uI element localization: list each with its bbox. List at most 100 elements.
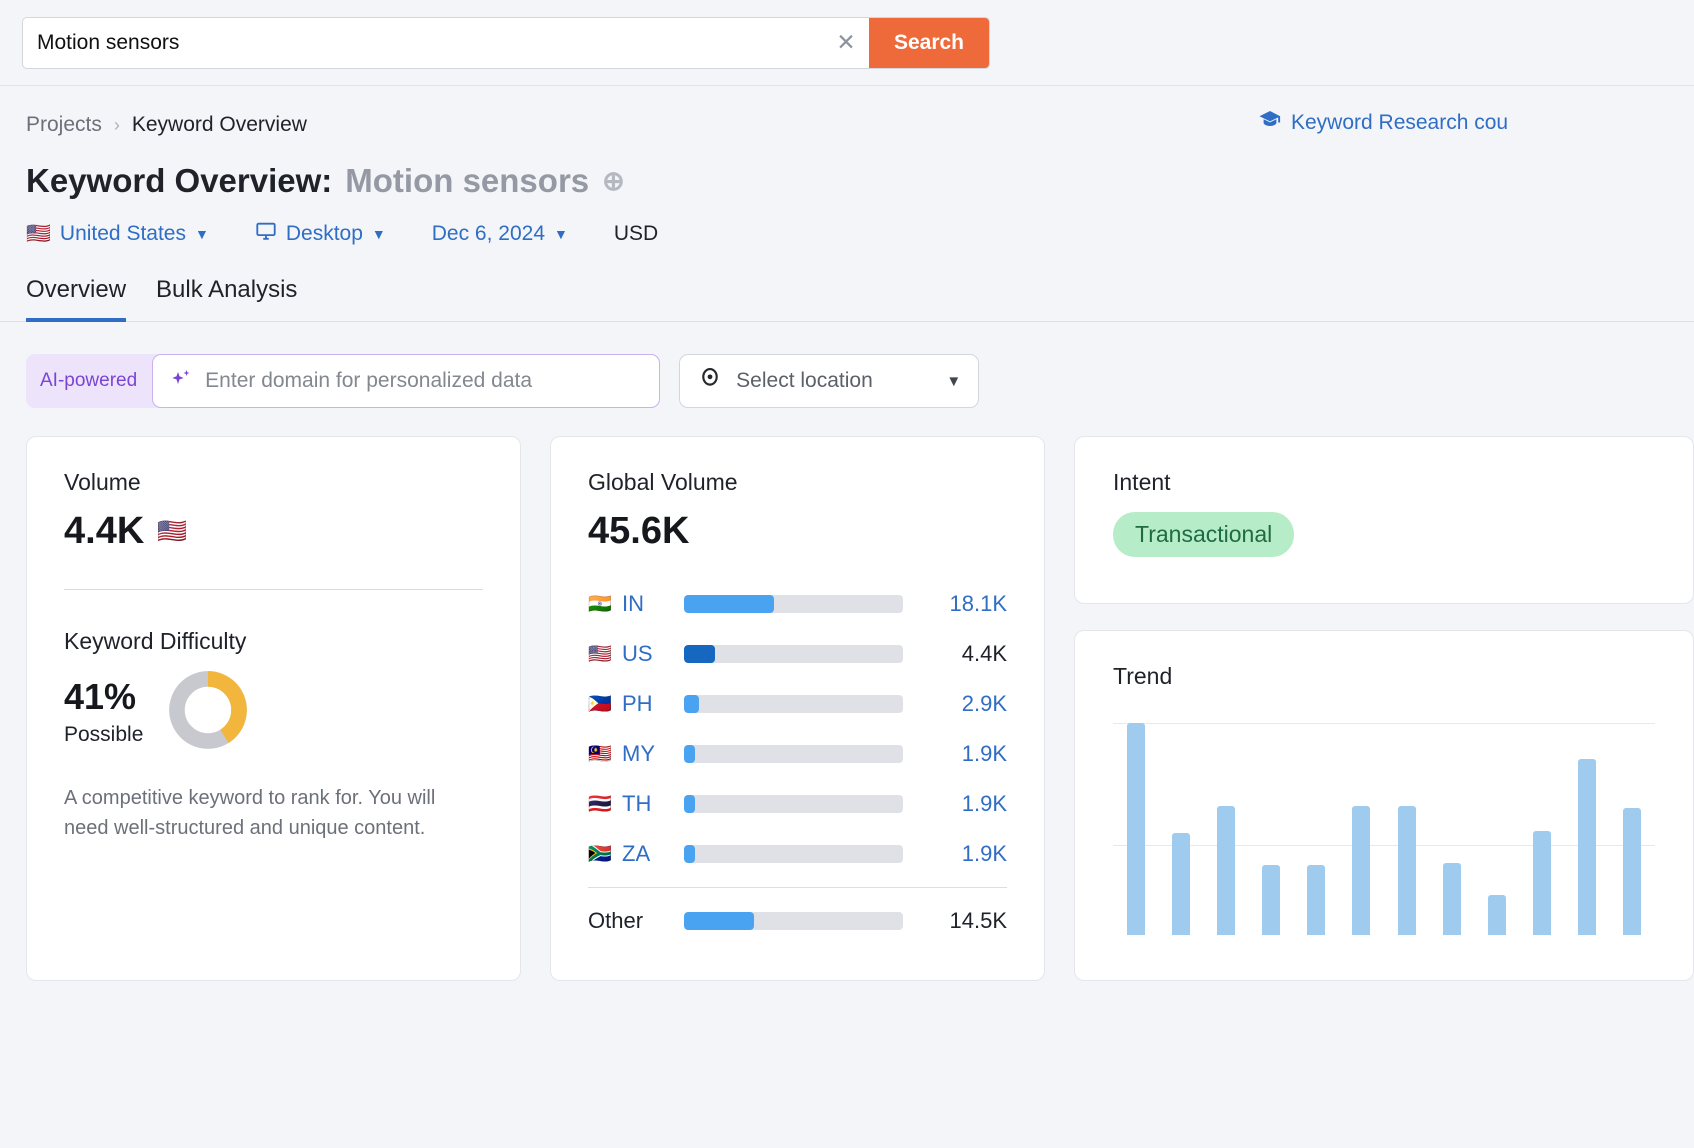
intent-badge: Transactional bbox=[1113, 512, 1295, 557]
tab-bulk-analysis[interactable]: Bulk Analysis bbox=[156, 276, 297, 322]
country-volume-bar-track bbox=[684, 795, 903, 813]
country-flag-icon: 🇹🇭 bbox=[588, 794, 612, 815]
domain-input[interactable] bbox=[205, 369, 644, 393]
keyword-research-course-link[interactable]: Keyword Research cou bbox=[1258, 108, 1508, 138]
device-selector[interactable]: Desktop ▼ bbox=[255, 220, 386, 248]
trend-bar[interactable] bbox=[1442, 862, 1461, 935]
country-volume-value[interactable]: 18.1K bbox=[903, 591, 1008, 617]
keyword-difficulty-value: 41% bbox=[64, 675, 137, 717]
monitor-icon bbox=[255, 220, 277, 248]
country-volume-row: 🇵🇭 PH 2.9K bbox=[588, 679, 1007, 729]
trend-bar[interactable] bbox=[1533, 831, 1552, 935]
country-code-label[interactable]: MY bbox=[622, 741, 684, 767]
graduation-cap-icon bbox=[1258, 108, 1282, 138]
volume-value-row: 4.4K 🇺🇸 bbox=[64, 510, 483, 553]
country-volume-value[interactable]: 1.9K bbox=[903, 791, 1007, 817]
country-volume-value[interactable]: 2.9K bbox=[903, 691, 1007, 717]
country-volume-bar-fill bbox=[684, 795, 695, 813]
breadcrumb-current: Keyword Overview bbox=[131, 113, 307, 136]
trend-bar[interactable] bbox=[1126, 723, 1145, 935]
date-selector[interactable]: Dec 6, 2024 ▼ bbox=[432, 222, 568, 246]
right-column: Intent Transactional Trend bbox=[1074, 436, 1694, 981]
location-pin-icon bbox=[697, 366, 723, 397]
country-volume-value[interactable]: 1.9K bbox=[903, 741, 1007, 767]
trend-bar-slot bbox=[1474, 723, 1519, 935]
country-volume-value[interactable]: 1.9K bbox=[903, 841, 1007, 867]
country-volume-value: 14.5K bbox=[949, 908, 1008, 933]
country-code-label[interactable]: ZA bbox=[622, 841, 684, 867]
country-volume-bar-track bbox=[684, 595, 903, 613]
chevron-down-icon: ▼ bbox=[554, 226, 568, 242]
trend-bars bbox=[1113, 723, 1655, 935]
country-code-label[interactable]: TH bbox=[622, 791, 684, 817]
country-volume-bar-track bbox=[684, 695, 903, 713]
country-selector[interactable]: 🇺🇸 United States ▼ bbox=[26, 222, 209, 246]
country-volume-bar-track bbox=[684, 645, 903, 663]
trend-bar-slot bbox=[1610, 723, 1655, 935]
device-selector-label: Desktop bbox=[285, 222, 363, 245]
trend-bar-slot bbox=[1113, 723, 1158, 935]
country-code-label[interactable]: IN bbox=[622, 591, 684, 617]
trend-bar[interactable] bbox=[1623, 807, 1642, 935]
country-list-divider bbox=[588, 887, 1007, 888]
country-volume-bar-fill bbox=[684, 595, 774, 613]
country-volume-row: 🇹🇭 TH 1.9K bbox=[588, 779, 1007, 829]
volume-label: Volume bbox=[64, 469, 141, 495]
volume-card: Volume 4.4K 🇺🇸 Keyword Difficulty 41% Po… bbox=[26, 436, 521, 981]
course-link-label: Keyword Research cou bbox=[1291, 111, 1509, 134]
trend-bar[interactable] bbox=[1352, 805, 1371, 935]
country-volume-bar-fill bbox=[684, 645, 715, 663]
keyword-difficulty-label: Keyword Difficulty bbox=[64, 628, 247, 654]
keyword-difficulty-status: Possible bbox=[64, 723, 144, 747]
search-button[interactable]: Search bbox=[869, 17, 989, 68]
location-selector[interactable]: Select location ▼ bbox=[679, 354, 980, 408]
trend-bar-slot bbox=[1158, 723, 1203, 935]
clear-search-icon[interactable]: ✕ bbox=[823, 18, 869, 68]
country-volume-bar-fill bbox=[684, 695, 700, 713]
tab-overview[interactable]: Overview bbox=[26, 276, 127, 322]
trend-bar-slot bbox=[1339, 723, 1384, 935]
search-shell: ✕ Search bbox=[22, 16, 990, 69]
country-code-label[interactable]: PH bbox=[622, 691, 684, 717]
add-to-list-icon[interactable]: ⊕ bbox=[602, 167, 625, 195]
country-volume-bar-fill bbox=[684, 845, 695, 863]
breadcrumb-projects[interactable]: Projects bbox=[26, 113, 102, 137]
country-volume-bar-track bbox=[684, 745, 903, 763]
trend-bar[interactable] bbox=[1171, 833, 1190, 935]
country-code-label: Other bbox=[588, 908, 644, 933]
trend-label: Trend bbox=[1113, 663, 1173, 689]
country-volume-bar-fill bbox=[684, 745, 695, 763]
search-input[interactable] bbox=[23, 17, 823, 68]
country-flag-icon: 🇵🇭 bbox=[588, 694, 612, 715]
trend-card: Trend bbox=[1074, 630, 1694, 981]
global-volume-label: Global Volume bbox=[588, 469, 738, 495]
sparkle-icon bbox=[169, 367, 193, 396]
trend-bar-slot bbox=[1565, 723, 1610, 935]
breadcrumb-separator-icon: › bbox=[113, 114, 120, 135]
country-code-label[interactable]: US bbox=[622, 641, 684, 667]
trend-bar[interactable] bbox=[1397, 805, 1416, 935]
card-divider bbox=[64, 589, 483, 590]
keyword-difficulty-description: A competitive keyword to rank for. You w… bbox=[64, 787, 436, 839]
trend-bar[interactable] bbox=[1487, 894, 1506, 935]
trend-bar-slot bbox=[1249, 723, 1294, 935]
trend-bar[interactable] bbox=[1578, 759, 1597, 935]
page-header: Projects › Keyword Overview Keyword Rese… bbox=[0, 86, 1694, 248]
volume-value: 4.4K bbox=[64, 510, 145, 552]
meta-filters: 🇺🇸 United States ▼ Desktop ▼ Dec 6, 2024… bbox=[26, 220, 1694, 248]
ai-filter-row: AI-powered Select location ▼ bbox=[26, 354, 1694, 408]
chevron-down-icon: ▼ bbox=[194, 226, 209, 242]
trend-bar[interactable] bbox=[1307, 865, 1326, 935]
keyword-difficulty-row: 41% Possible bbox=[64, 669, 483, 756]
country-selector-label: United States bbox=[59, 222, 186, 245]
trend-bar-slot bbox=[1429, 723, 1474, 935]
country-flag-icon: 🇲🇾 bbox=[588, 744, 612, 765]
country-volume-row: Other 14.5K bbox=[588, 896, 1007, 946]
currency-label: USD bbox=[613, 222, 659, 245]
trend-bar[interactable] bbox=[1216, 805, 1235, 935]
trend-bar[interactable] bbox=[1262, 865, 1281, 935]
location-selector-label: Select location bbox=[736, 369, 873, 392]
country-volume-list: 🇮🇳 IN 18.1K 🇺🇸 US 4.4K 🇵🇭 PH 2.9K 🇲🇾 MY 1.9K 🇹🇭 TH 1.9… bbox=[588, 579, 1007, 946]
page-title: Keyword Overview: Motion sensors ⊕ bbox=[26, 162, 1694, 200]
keyword-difficulty-donut bbox=[167, 669, 249, 756]
